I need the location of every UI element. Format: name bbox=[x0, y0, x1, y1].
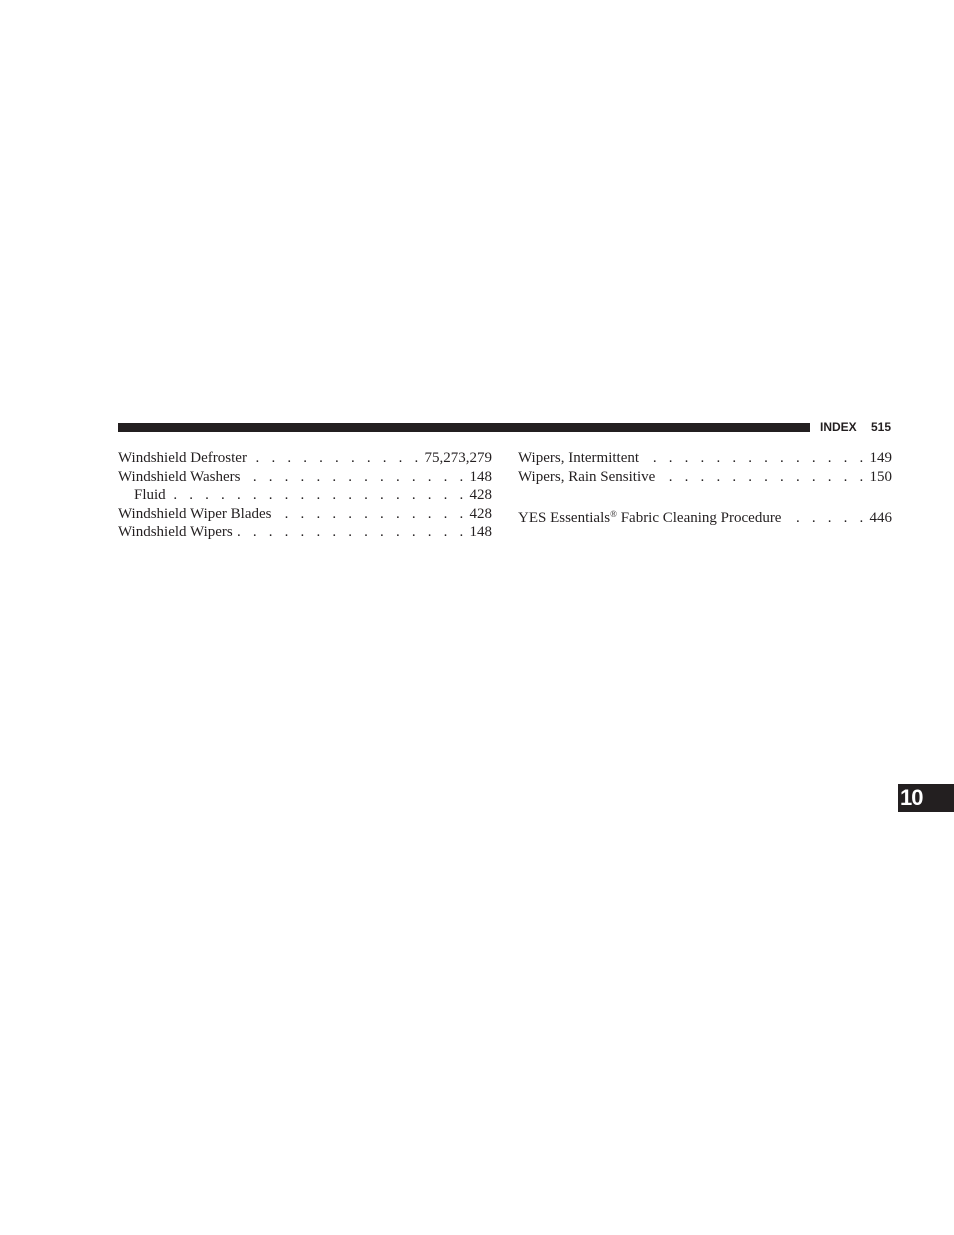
index-pages: 446 bbox=[869, 510, 893, 526]
dot-leader: . . . . . . . . . . . . . . . . . . . . … bbox=[785, 510, 868, 526]
index-term: Fluid bbox=[134, 487, 166, 503]
header-rule bbox=[118, 423, 810, 432]
index-pages: 75,273,279 bbox=[424, 450, 493, 466]
index-entry: Windshield Washers . . . . . . . . . . .… bbox=[118, 468, 492, 487]
index-column-left: Windshield Defroster . . . . . . . . . .… bbox=[118, 449, 492, 542]
index-entry: Windshield Defroster . . . . . . . . . .… bbox=[118, 449, 492, 468]
dot-leader: . . . . . . . . . . . . . . . . . . . . … bbox=[236, 524, 468, 540]
chapter-tab: 10 bbox=[898, 784, 954, 812]
index-entry: YES Essentials® Fabric Cleaning Procedur… bbox=[518, 505, 892, 526]
section-title: INDEX bbox=[820, 420, 857, 434]
term-text: Fabric Cleaning Procedure bbox=[616, 510, 782, 526]
index-pages: 149 bbox=[869, 450, 893, 466]
dot-leader: . . . . . . . . . . . . . . . . . . . . … bbox=[276, 505, 468, 522]
index-pages: 148 bbox=[469, 468, 493, 485]
dot-leader: . . . . . . . . . . . . . . . . . . . . … bbox=[251, 450, 423, 466]
index-pages: 428 bbox=[469, 487, 493, 503]
index-pages: 148 bbox=[469, 524, 493, 540]
index-term: Windshield Washers bbox=[118, 468, 241, 485]
index-subentry: Fluid . . . . . . . . . . . . . . . . . … bbox=[118, 486, 492, 505]
index-pages: 150 bbox=[869, 468, 893, 485]
index-pages: 428 bbox=[469, 505, 493, 522]
registered-mark: ® bbox=[610, 509, 617, 519]
index-term: YES Essentials® Fabric Cleaning Procedur… bbox=[518, 505, 785, 528]
index-term: Wipers, Intermittent bbox=[518, 450, 640, 466]
index-entry: Windshield Wipers . . . . . . . . . . . … bbox=[118, 523, 492, 542]
index-term: Windshield Wiper Blades bbox=[118, 505, 272, 522]
index-entry: Windshield Wiper Blades . . . . . . . . … bbox=[118, 505, 492, 524]
index-entry: Wipers, Rain Sensitive . . . . . . . . .… bbox=[518, 468, 892, 487]
dot-leader: . . . . . . . . . . . . . . . . . . . . … bbox=[659, 468, 868, 485]
index-term: Wipers, Rain Sensitive bbox=[518, 468, 656, 485]
dot-leader: . . . . . . . . . . . . . . . . . . . . … bbox=[244, 468, 468, 485]
index-term: Windshield Wipers bbox=[118, 524, 233, 540]
page-number: 515 bbox=[871, 420, 892, 434]
index-column-right: Wipers, Intermittent . . . . . . . . . .… bbox=[518, 449, 892, 526]
dot-leader: . . . . . . . . . . . . . . . . . . . . … bbox=[170, 487, 468, 503]
term-text: YES Essentials bbox=[518, 510, 611, 526]
index-entry: Wipers, Intermittent . . . . . . . . . .… bbox=[518, 449, 892, 468]
index-term: Windshield Defroster bbox=[118, 450, 247, 466]
dot-leader: . . . . . . . . . . . . . . . . . . . . … bbox=[643, 450, 868, 466]
